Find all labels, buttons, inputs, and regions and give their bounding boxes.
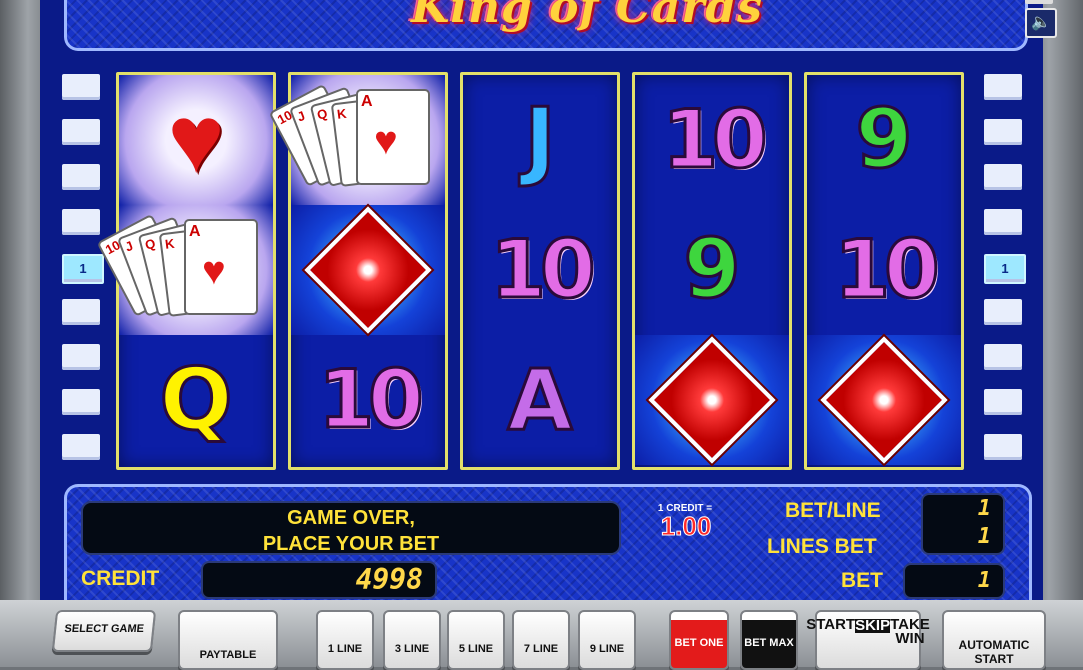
start-button[interactable]: START SKIP TAKE WIN: [806, 610, 930, 670]
reel-4-row-2: 9: [635, 205, 789, 335]
symbol-10: 10: [661, 93, 769, 186]
line-5-button[interactable]: 5 LINE: [447, 610, 505, 670]
title-bar: King of Cards: [64, 0, 1028, 51]
skip-label: SKIP: [855, 617, 891, 634]
payline-indicators-right: 1: [980, 70, 1026, 470]
reel-5-row-3: [807, 335, 961, 465]
symbol-10: 10: [317, 353, 425, 446]
payline-marker: 1: [984, 254, 1026, 284]
payline-slot: [62, 299, 100, 325]
bet-one-button[interactable]: BET ONE: [669, 610, 729, 670]
symbol-q: Q: [158, 350, 234, 450]
message-line-2: PLACE YOUR BET: [262, 533, 440, 555]
royal-cards-symbol: 10 J Q K A ♥: [96, 213, 258, 325]
royal-cards-symbol: 10 J Q K A ♥: [268, 83, 430, 195]
reel-5-row-1: 9: [807, 75, 961, 205]
bet-max-button[interactable]: BET MAX: [740, 610, 798, 670]
reel-1: ♥ 10 J Q K A ♥ Q: [96, 72, 276, 470]
payline-slot: [62, 119, 100, 145]
payline-slot: [984, 389, 1022, 415]
payline-slot: [62, 164, 100, 190]
reel-2-row-3: 10: [291, 335, 445, 465]
bet-label: BET: [841, 569, 883, 592]
payline-slot: [62, 74, 100, 100]
ace-of-hearts-card: A ♥: [184, 219, 258, 315]
reel-3-row-3: A: [463, 335, 617, 465]
symbol-j: J: [523, 90, 558, 190]
game-title: King of Cards: [411, 0, 763, 33]
heart-pip-icon: ♥: [202, 249, 226, 293]
reel-4: 10 9: [632, 72, 792, 470]
credit-label: CREDIT: [81, 567, 160, 590]
sound-button-top: [1025, 0, 1053, 4]
payline-marker: 1: [62, 254, 104, 284]
symbol-10: 10: [833, 223, 941, 316]
line-7-button[interactable]: 7 LINE: [512, 610, 570, 670]
bet-line-display: 1 1: [921, 493, 1005, 555]
sound-toggle-button[interactable]: 🔈: [1025, 8, 1057, 38]
payline-slot: [62, 389, 100, 415]
reel-3: J 10 A: [460, 72, 620, 470]
paytable-button[interactable]: PAYTABLE: [178, 610, 278, 670]
reel-4-row-3: [635, 335, 789, 465]
payline-slot: [62, 209, 100, 235]
line-3-button[interactable]: 3 LINE: [383, 610, 441, 670]
reel-2-row-2: [291, 205, 445, 335]
message-display: GAME OVER, PLACE YOUR BET: [81, 501, 621, 555]
start-label: START: [806, 616, 856, 633]
lines-bet-value: 1: [977, 524, 991, 549]
payline-indicators-left: 1: [58, 70, 104, 470]
credit-meter: 4998: [201, 561, 437, 599]
reel-area: 1 1 ♥ 10 J Q K A ♥ Q 10 J Q K A ♥ 10 J 10 A 10 9 9 10: [58, 70, 1026, 470]
info-panel: GAME OVER, PLACE YOUR BET 1 CREDIT = 1.0…: [64, 484, 1032, 603]
bet-meter: 1: [903, 563, 1005, 599]
line-9-button[interactable]: 9 LINE: [578, 610, 636, 670]
payline-slot: [984, 434, 1022, 460]
reel-4-row-1: 10: [635, 75, 789, 205]
reel-5-row-2: 10: [807, 205, 961, 335]
reel-5: 9 10: [804, 72, 964, 470]
heart-pip-icon: ♥: [374, 119, 398, 163]
symbol-9: 9: [682, 222, 742, 317]
bet-line-value: 1: [977, 496, 991, 521]
ace-of-hearts-card: A ♥: [356, 89, 430, 185]
payline-slot: [62, 434, 100, 460]
select-game-button[interactable]: SELECT GAME: [51, 610, 157, 652]
lines-bet-label: LINES BET: [767, 535, 877, 558]
reel-1-row-2: 10 J Q K A ♥: [96, 205, 273, 335]
symbol-10: 10: [489, 223, 597, 316]
reel-2: 10 J Q K A ♥ 10: [268, 72, 448, 470]
payline-slot: [984, 119, 1022, 145]
reel-3-row-1: J: [463, 75, 617, 205]
game-screen: King of Cards 🔈 1 1 ♥ 10 J Q K A ♥ Q 10 J Q K A ♥ 10 …: [40, 0, 1057, 603]
payline-slot: [984, 344, 1022, 370]
payline-slot: [984, 164, 1022, 190]
reel-1-row-3: Q: [119, 335, 273, 465]
message-line-1: GAME OVER,: [287, 507, 415, 529]
take-win-label: TAKE WIN: [890, 616, 930, 647]
heart-symbol: ♥: [167, 86, 225, 193]
bet-line-label: BET/LINE: [785, 499, 881, 522]
automatic-start-button[interactable]: AUTOMATIC START: [942, 610, 1046, 670]
symbol-9: 9: [854, 92, 914, 187]
symbol-a: A: [506, 351, 574, 449]
reel-2-row-1: 10 J Q K A ♥: [268, 75, 445, 205]
reel-1-row-1: ♥: [119, 75, 273, 205]
credit-value: 1.00: [660, 511, 712, 542]
payline-slot: [984, 74, 1022, 100]
reel-3-row-2: 10: [463, 205, 617, 335]
diamond-symbol: [820, 336, 948, 464]
speaker-icon: 🔈: [1031, 14, 1051, 31]
payline-slot: [984, 209, 1022, 235]
diamond-symbol: [648, 336, 776, 464]
diamond-symbol: [304, 206, 432, 334]
button-bar: SELECT GAME PAYTABLE 1 LINE 3 LINE 5 LIN…: [0, 600, 1083, 670]
line-1-button[interactable]: 1 LINE: [316, 610, 374, 670]
payline-slot: [984, 299, 1022, 325]
payline-slot: [62, 344, 100, 370]
